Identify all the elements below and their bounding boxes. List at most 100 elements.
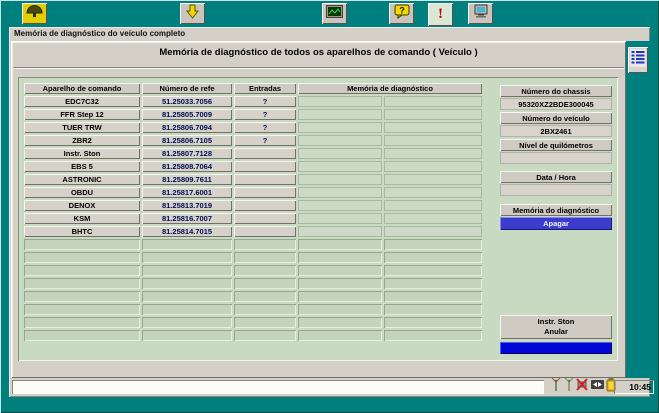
disconnected-icon — [576, 377, 589, 396]
clear-memory-button[interactable]: Apagar — [500, 217, 612, 230]
table-cell-ecu-name[interactable]: EDC7C32 — [24, 96, 140, 107]
toolbar-button-fault-memory[interactable]: ! — [428, 3, 453, 26]
column-header-memory[interactable]: Memória de diagnóstico — [298, 83, 482, 94]
table-cell-entries[interactable]: ? — [234, 109, 296, 120]
table-cell-ref-number[interactable]: 81.25816.7007 — [142, 213, 232, 224]
table-cell-ecu-name[interactable]: ZBR2 — [24, 135, 140, 146]
table-cell-empty — [234, 265, 296, 276]
table-cell-entries[interactable] — [234, 226, 296, 237]
column-header-entries[interactable]: Entradas — [234, 83, 296, 94]
table-cell-empty — [384, 265, 482, 276]
status-message-field — [12, 380, 544, 394]
table-cell-ref-number[interactable]: 81.25805.7009 — [142, 109, 232, 120]
table-cell-memory — [298, 187, 382, 198]
table-cell-memory — [298, 226, 382, 237]
table-cell-ecu-name[interactable]: Instr. Ston — [24, 148, 140, 159]
table-cell-entries[interactable] — [234, 187, 296, 198]
table-cell-ref-number[interactable]: 81.25808.7064 — [142, 161, 232, 172]
table-cell-entries[interactable] — [234, 161, 296, 172]
table-cell-ref-number[interactable]: 81.25817.6001 — [142, 187, 232, 198]
list-view-button[interactable] — [628, 47, 648, 73]
table-cell-memory — [298, 200, 382, 211]
toolbar-button-computer[interactable] — [468, 3, 493, 24]
connector-icon — [590, 378, 605, 396]
chassis-number-button[interactable]: Número do chassis — [500, 85, 612, 97]
table-cell-ecu-name[interactable]: OBDU — [24, 187, 140, 198]
table-cell-empty — [234, 317, 296, 328]
table-cell-empty — [24, 317, 140, 328]
table-cell-memory — [384, 148, 482, 159]
table-cell-ecu-name[interactable]: EBS 5 — [24, 161, 140, 172]
table-cell-empty — [384, 291, 482, 302]
status-icons — [550, 378, 612, 395]
table-cell-empty — [384, 304, 482, 315]
table-cell-memory — [384, 161, 482, 172]
table-cell-empty — [142, 330, 232, 341]
table-cell-entries[interactable] — [234, 213, 296, 224]
toolbar-button-help[interactable]: ? — [389, 3, 414, 24]
table-cell-ref-number[interactable]: 81.25809.7611 — [142, 174, 232, 185]
table-cell-ecu-name[interactable]: FFR Step 12 — [24, 109, 140, 120]
diagnostic-area: Aparelho de comando Número de refe Entra… — [18, 77, 618, 361]
table-cell-empty — [142, 265, 232, 276]
table-cell-empty — [24, 239, 140, 250]
table-cell-empty — [24, 304, 140, 315]
table-cell-entries[interactable]: ? — [234, 96, 296, 107]
instr-ston-line2: Anular — [544, 327, 568, 337]
table-cell-ecu-name[interactable]: DENOX — [24, 200, 140, 211]
table-cell-ref-number[interactable]: 81.25813.7019 — [142, 200, 232, 211]
table-cell-empty — [142, 317, 232, 328]
ecu-table: Aparelho de comando Número de refe Entra… — [24, 83, 482, 341]
table-cell-ref-number[interactable]: 81.25806.7105 — [142, 135, 232, 146]
toolbar-button-download[interactable] — [180, 3, 205, 24]
table-cell-entries[interactable] — [234, 174, 296, 185]
application-window: ? ! Memória de diagnóstico do veículo co… — [0, 0, 659, 413]
toolbar-button-logo[interactable] — [22, 3, 47, 24]
table-cell-empty — [24, 265, 140, 276]
kilometer-level-button[interactable]: Nível de quilómetros — [500, 139, 612, 151]
table-cell-empty — [298, 265, 382, 276]
table-cell-empty — [234, 239, 296, 250]
toolbar-button-measure[interactable] — [322, 3, 347, 24]
table-cell-empty — [298, 252, 382, 263]
table-cell-memory — [298, 161, 382, 172]
table-cell-entries[interactable] — [234, 148, 296, 159]
vehicle-number-button[interactable]: Número do veículo — [500, 112, 612, 124]
date-time-button[interactable]: Data / Hora — [500, 171, 612, 183]
table-cell-entries[interactable]: ? — [234, 122, 296, 133]
table-cell-ref-number[interactable]: 81.25807.7128 — [142, 148, 232, 159]
table-cell-memory — [298, 148, 382, 159]
table-cell-memory — [298, 122, 382, 133]
table-cell-empty — [142, 239, 232, 250]
table-cell-empty — [142, 278, 232, 289]
table-cell-ref-number[interactable]: 51.25033.7056 — [142, 96, 232, 107]
table-cell-memory — [384, 135, 482, 146]
table-cell-memory — [298, 109, 382, 120]
table-cell-ecu-name[interactable]: TUER TRW — [24, 122, 140, 133]
table-cell-entries[interactable]: ? — [234, 135, 296, 146]
down-arrow-icon — [186, 4, 199, 24]
instr-ston-button[interactable]: Instr. Ston Anular — [500, 315, 612, 339]
table-cell-ecu-name[interactable]: KSM — [24, 213, 140, 224]
table-cell-empty — [142, 291, 232, 302]
vehicle-number-value: 2BX2461 — [500, 125, 612, 137]
table-cell-ref-number[interactable]: 81.25806.7094 — [142, 122, 232, 133]
table-cell-ref-number[interactable]: 81.25814.7015 — [142, 226, 232, 237]
column-header-ref[interactable]: Número de refe — [142, 83, 232, 94]
table-cell-ecu-name[interactable]: ASTRONIC — [24, 174, 140, 185]
clock-time: 10:45 — [614, 380, 654, 394]
table-cell-memory — [384, 109, 482, 120]
table-cell-ecu-name[interactable]: BHTC — [24, 226, 140, 237]
main-panel: Memória de diagnóstico do veículo comple… — [9, 27, 650, 397]
progress-bar — [500, 342, 612, 354]
table-cell-empty — [298, 304, 382, 315]
monitor-icon — [326, 5, 343, 23]
help-icon: ? — [394, 4, 410, 24]
column-header-ecu[interactable]: Aparelho de comando — [24, 83, 140, 94]
table-cell-empty — [24, 330, 140, 341]
table-cell-empty — [298, 330, 382, 341]
table-cell-memory — [384, 187, 482, 198]
table-cell-empty — [384, 330, 482, 341]
table-cell-entries[interactable] — [234, 200, 296, 211]
table-cell-empty — [234, 278, 296, 289]
